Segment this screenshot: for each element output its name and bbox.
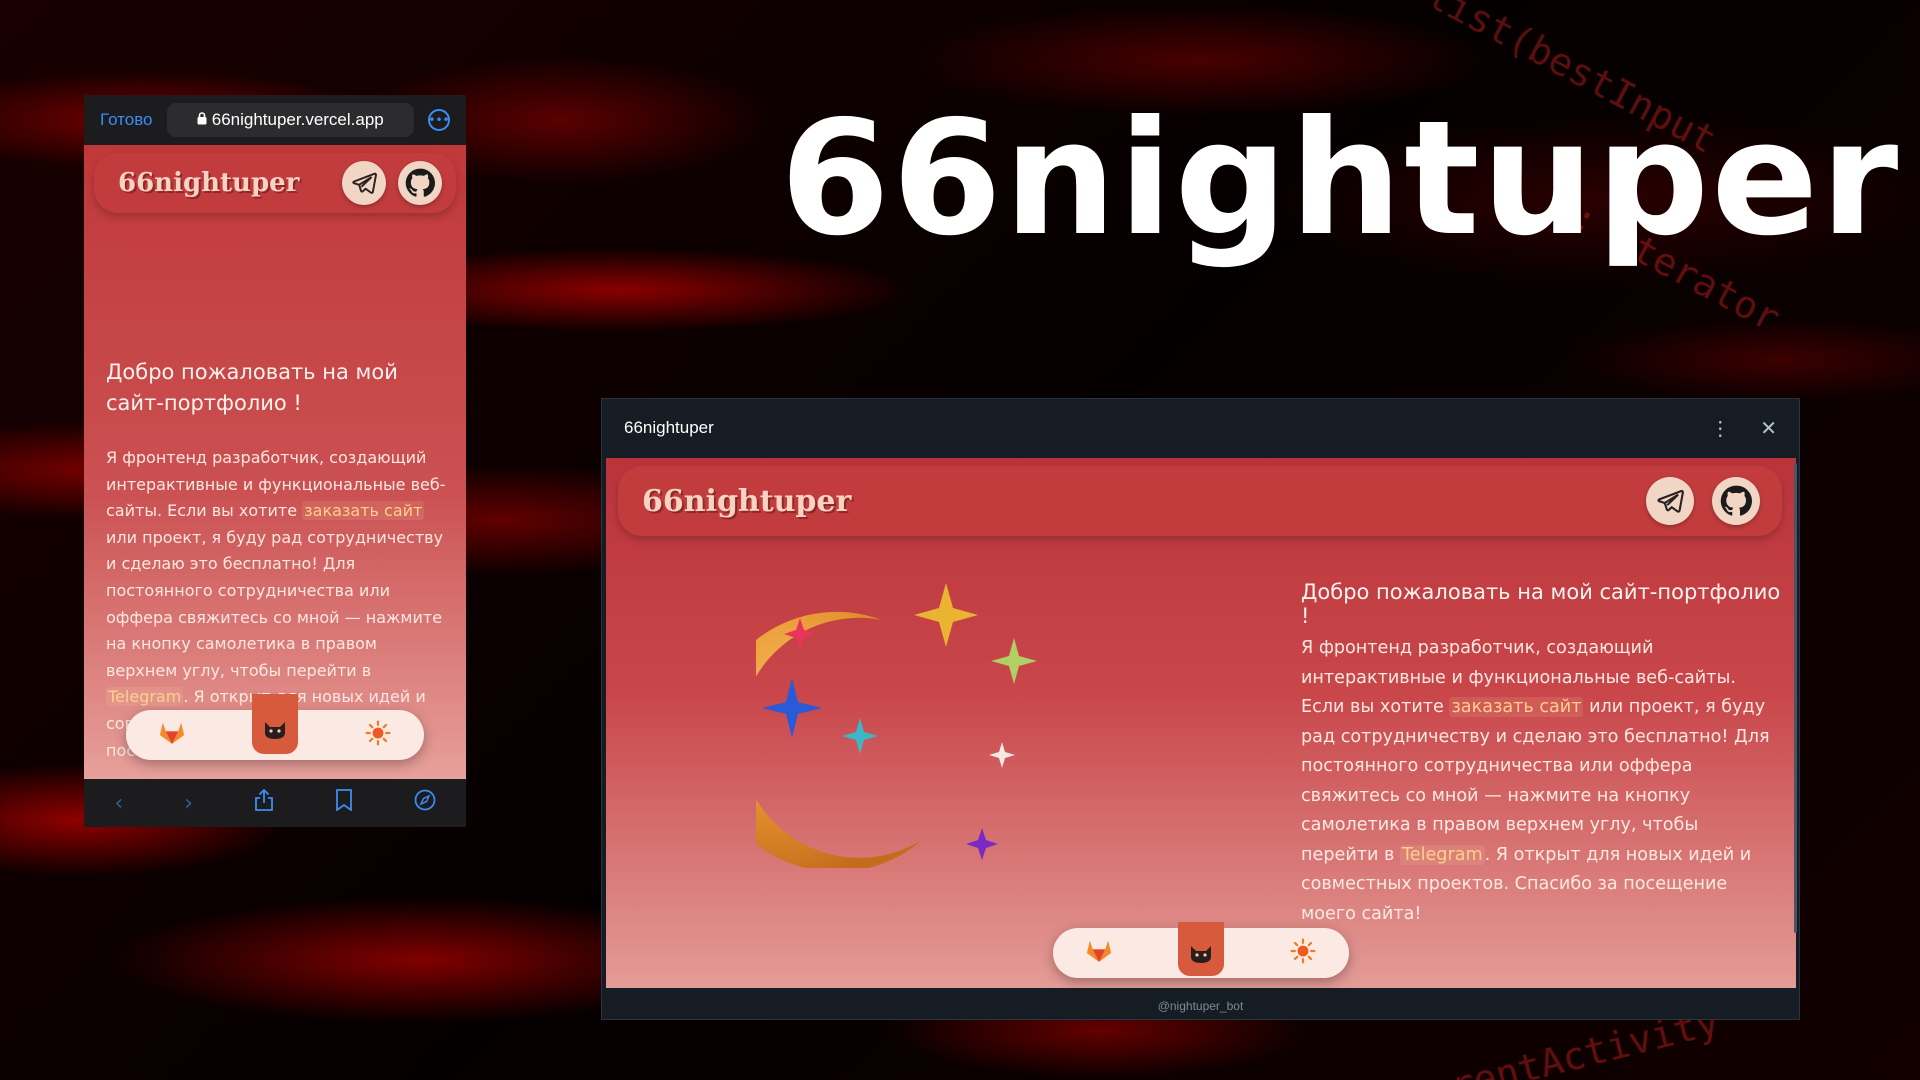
cat-button[interactable] bbox=[1178, 922, 1224, 976]
site-header: 66nightuper bbox=[94, 153, 456, 213]
site-header: 66nightuper bbox=[618, 466, 1782, 536]
intro-text-part: или проект, я буду рад сотрудничеству и … bbox=[106, 527, 444, 680]
order-site-link[interactable]: заказать сайт bbox=[302, 501, 425, 521]
safari-top-bar: Готово 66nightuper.vercel.app ••• bbox=[84, 95, 466, 145]
window-title: 66nightuper bbox=[624, 418, 714, 437]
intro-text: Я фронтенд разработчик, создающий интера… bbox=[1301, 634, 1781, 929]
scrollbar[interactable] bbox=[1794, 463, 1797, 933]
cat-icon bbox=[262, 720, 288, 744]
url-text: 66nightuper.vercel.app bbox=[211, 110, 384, 129]
github-icon[interactable] bbox=[398, 161, 442, 205]
phone-site: 66nightuper Добро пожаловать на мой сайт… bbox=[84, 145, 466, 779]
share-icon[interactable] bbox=[254, 788, 274, 817]
intro-text-part: или проект, я буду рад сотрудничеству и … bbox=[1301, 697, 1770, 865]
close-icon[interactable]: ✕ bbox=[1760, 416, 1777, 441]
bottom-dock bbox=[126, 694, 424, 760]
done-button[interactable]: Готово bbox=[100, 110, 153, 130]
welcome-heading: Добро пожаловать на мой сайт-портфолио ! bbox=[106, 360, 398, 415]
back-icon[interactable]: ‹ bbox=[114, 791, 123, 816]
desktop-site: 66nightuper Добро пожаловать на мой сайт… bbox=[606, 458, 1796, 988]
gitlab-icon[interactable] bbox=[159, 721, 185, 749]
telegram-webapp-window: 66nightuper ⋮ ✕ 66nightuper Добро пожало… bbox=[601, 398, 1800, 1020]
hero-title: 66nightuper bbox=[780, 87, 1901, 271]
moon-illustration bbox=[756, 583, 1037, 868]
site-logo[interactable]: 66nightuper bbox=[118, 168, 299, 198]
site-logo[interactable]: 66nightuper bbox=[642, 484, 851, 519]
lock-icon bbox=[197, 110, 207, 130]
bot-username: @nightuper_bot bbox=[1157, 999, 1244, 1013]
more-icon[interactable]: ••• bbox=[428, 109, 450, 131]
telegram-link[interactable]: Telegram bbox=[1400, 844, 1485, 865]
telegram-link[interactable]: Telegram bbox=[106, 687, 184, 707]
order-site-link[interactable]: заказать сайт bbox=[1449, 697, 1584, 717]
sun-icon[interactable] bbox=[1290, 938, 1316, 968]
cat-button[interactable] bbox=[251, 694, 298, 754]
address-bar[interactable]: 66nightuper.vercel.app bbox=[166, 103, 414, 137]
telegram-icon[interactable] bbox=[1646, 477, 1694, 525]
cat-icon bbox=[1188, 944, 1214, 968]
forward-icon[interactable]: › bbox=[184, 791, 193, 816]
bottom-dock bbox=[1053, 922, 1349, 978]
page: { "hero": {"title": "66nightuper"}, "pho… bbox=[0, 0, 1920, 1080]
menu-dots-icon[interactable]: ⋮ bbox=[1710, 416, 1730, 441]
safari-toolbar: ‹ › bbox=[84, 779, 466, 827]
compass-icon[interactable] bbox=[414, 789, 436, 817]
window-titlebar: 66nightuper ⋮ ✕ bbox=[602, 399, 1799, 457]
telegram-icon[interactable] bbox=[342, 161, 386, 205]
github-icon[interactable] bbox=[1712, 477, 1760, 525]
sun-icon[interactable] bbox=[365, 720, 391, 750]
welcome-heading: Добро пожаловать на мой сайт-портфолио ! bbox=[1301, 580, 1781, 628]
bookmarks-icon[interactable] bbox=[335, 789, 353, 817]
gitlab-icon[interactable] bbox=[1086, 939, 1112, 967]
phone-screenshot: Готово 66nightuper.vercel.app ••• 66nigh… bbox=[84, 95, 466, 827]
